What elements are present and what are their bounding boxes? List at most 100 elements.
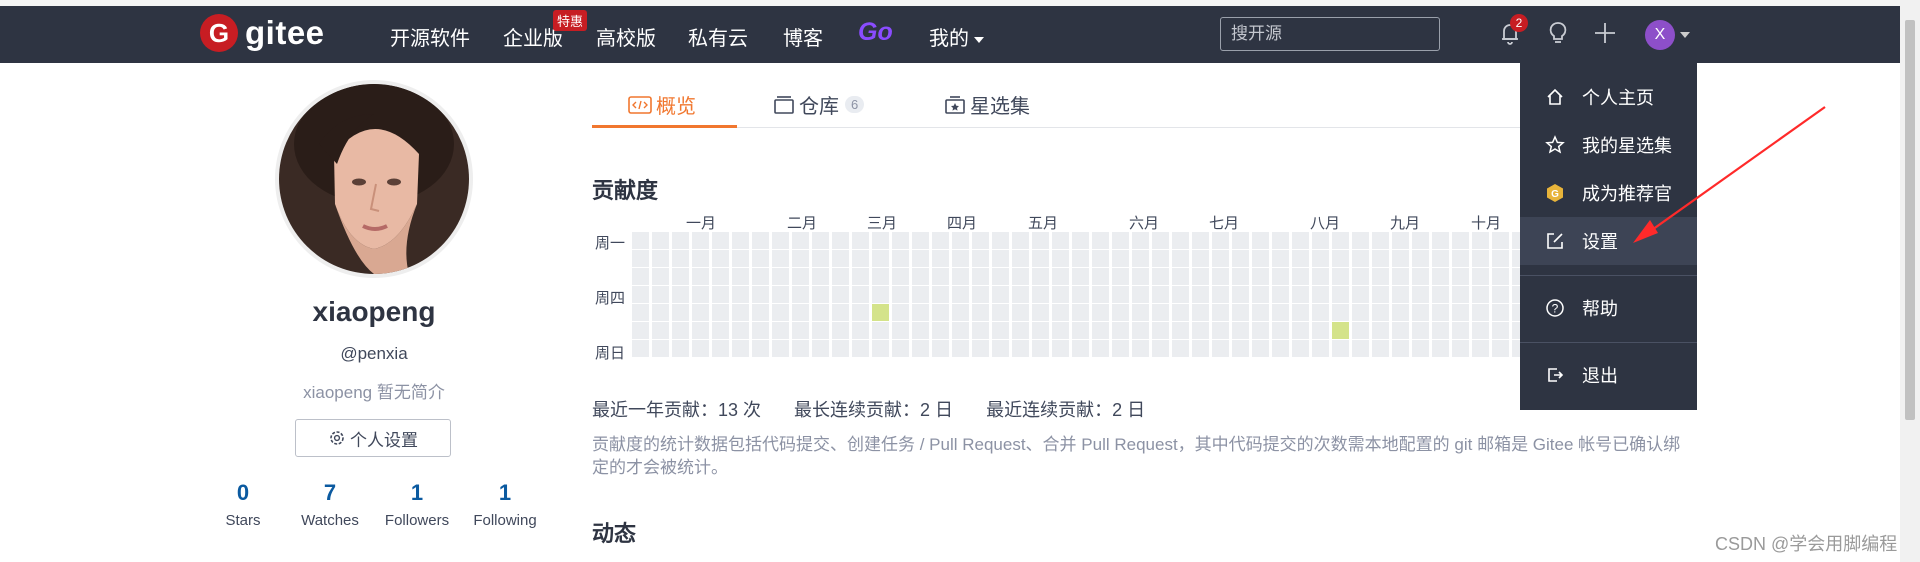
search-input[interactable] — [1220, 17, 1440, 51]
nav-go[interactable]: Go — [858, 18, 893, 47]
stat-watches[interactable]: 7 Watches — [285, 480, 375, 529]
nav-blog[interactable]: 博客 — [783, 22, 823, 51]
gitee-logo[interactable]: G gitee — [200, 14, 325, 52]
heatmap-cell — [1212, 340, 1229, 357]
stat-stars[interactable]: 0 Stars — [198, 480, 288, 529]
heatmap-cell — [912, 340, 929, 357]
heatmap-cell — [1372, 322, 1389, 339]
heatmap-cell — [1272, 304, 1289, 321]
month-label: 八月 — [1310, 215, 1341, 232]
heatmap-cell — [772, 232, 789, 249]
summary-longest-streak: 最长连续贡献：2 日 — [794, 400, 954, 420]
menu-item-label: 设置 — [1582, 232, 1618, 252]
heatmap-cell — [952, 250, 969, 267]
heatmap-cell — [1132, 304, 1149, 321]
heatmap-cell — [852, 232, 869, 249]
heatmap-cell — [1472, 340, 1489, 357]
heatmap-cell — [992, 232, 1009, 249]
heatmap-cell — [1032, 322, 1049, 339]
heatmap-cell — [852, 286, 869, 303]
month-label: 三月 — [867, 215, 898, 232]
heatmap-cell — [1252, 232, 1269, 249]
svg-text:?: ? — [1552, 302, 1559, 316]
contribution-note: 贡献度的统计数据包括代码提交、创建任务 / Pull Request、合并 Pu… — [592, 435, 1681, 477]
heatmap-cell — [812, 250, 829, 267]
heatmap-cell — [1012, 250, 1029, 267]
heatmap-cell — [1012, 232, 1029, 249]
heatmap-cell — [1112, 232, 1129, 249]
notification-count-badge: 2 — [1510, 14, 1528, 32]
nav-mine-label: 我的 — [929, 28, 969, 50]
heatmap-cell — [972, 304, 989, 321]
nav-university[interactable]: 高校版 — [596, 22, 656, 51]
heatmap-cell — [1052, 268, 1069, 285]
heatmap-cell — [1092, 268, 1109, 285]
heatmap-cell — [812, 340, 829, 357]
heatmap-cell — [1012, 286, 1029, 303]
heatmap-cell — [1472, 232, 1489, 249]
heatmap-cell — [732, 340, 749, 357]
heatmap-cell — [1172, 304, 1189, 321]
personal-settings-button[interactable]: 个人设置 — [295, 419, 451, 457]
user-avatar-button[interactable]: X — [1645, 20, 1675, 50]
tab-overview[interactable]: 概览 — [628, 90, 696, 119]
heatmap-cell — [1072, 232, 1089, 249]
heatmap-cell — [772, 268, 789, 285]
tab-repos[interactable]: 仓库 6 — [773, 90, 865, 119]
heatmap-cell — [1252, 322, 1269, 339]
lightbulb-icon — [1549, 22, 1567, 43]
heatmap-cell — [1092, 304, 1109, 321]
stat-followers[interactable]: 1 Followers — [372, 480, 462, 529]
heatmap-cell — [1332, 322, 1349, 339]
heatmap-cell — [712, 286, 729, 303]
heatmap-cell — [972, 322, 989, 339]
heatmap-cell — [1492, 340, 1509, 357]
heatmap-cell — [1352, 232, 1369, 249]
heatmap-cell — [912, 286, 929, 303]
heatmap-cell — [752, 286, 769, 303]
heatmap-cell — [1132, 250, 1149, 267]
idea-button[interactable] — [1543, 18, 1573, 48]
heatmap-cell — [1072, 250, 1089, 267]
personal-settings-label: 个人设置 — [350, 430, 418, 450]
heatmap-cell — [652, 232, 669, 249]
heatmap-cell — [732, 286, 749, 303]
heatmap-cell — [1072, 268, 1089, 285]
heatmap-cell — [1452, 232, 1469, 249]
heatmap-cell — [952, 232, 969, 249]
heatmap-cell — [1212, 268, 1229, 285]
heatmap-cell — [1492, 304, 1509, 321]
heatmap-cell — [952, 322, 969, 339]
heatmap-cell — [752, 250, 769, 267]
heatmap-cell — [1372, 250, 1389, 267]
heatmap-cell — [892, 250, 909, 267]
heatmap-cell — [712, 250, 729, 267]
heatmap-cell — [932, 322, 949, 339]
nav-open-source[interactable]: 开源软件 — [390, 22, 470, 51]
heatmap-cell — [812, 286, 829, 303]
heatmap-cell — [1232, 232, 1249, 249]
heatmap-cell — [1432, 322, 1449, 339]
heatmap-cell — [952, 286, 969, 303]
heatmap-cell — [832, 322, 849, 339]
scrollbar-thumb[interactable] — [1905, 20, 1915, 420]
nav-mine[interactable]: 我的 — [929, 22, 984, 51]
nav-promo-badge: 特惠 — [553, 10, 588, 31]
heatmap-cell — [812, 232, 829, 249]
stat-following[interactable]: 1 Following — [460, 480, 550, 529]
menu-item-help[interactable]: ? 帮助 — [1520, 284, 1697, 332]
tab-collections[interactable]: 星选集 — [944, 90, 1030, 119]
heatmap-cell — [772, 340, 789, 357]
heatmap-cell — [952, 340, 969, 357]
heatmap-cell — [1452, 286, 1469, 303]
day-label: 周一 — [595, 235, 626, 252]
create-button[interactable] — [1590, 18, 1620, 48]
heatmap-cell — [1352, 250, 1369, 267]
heatmap-cell — [812, 268, 829, 285]
heatmap-cell — [1112, 304, 1129, 321]
heatmap-cell — [1412, 250, 1429, 267]
nav-private-cloud[interactable]: 私有云 — [688, 22, 748, 51]
menu-item-logout[interactable]: 退出 — [1520, 351, 1697, 399]
gitee-logo-text: gitee — [245, 14, 325, 51]
heatmap-cell — [1012, 340, 1029, 357]
